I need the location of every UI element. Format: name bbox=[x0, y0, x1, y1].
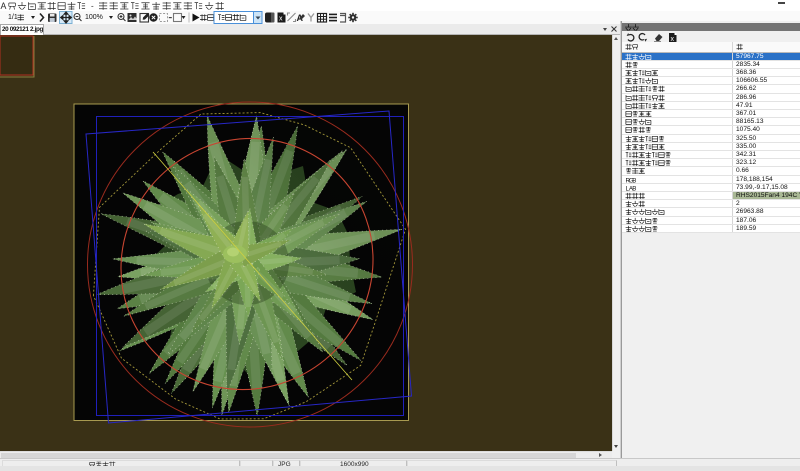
svg-text:B: B bbox=[632, 177, 636, 183]
svg-text:B: B bbox=[632, 185, 636, 191]
svg-text:x: x bbox=[279, 16, 283, 23]
svg-text:-: - bbox=[91, 2, 94, 11]
svg-text:A: A bbox=[1, 1, 7, 11]
